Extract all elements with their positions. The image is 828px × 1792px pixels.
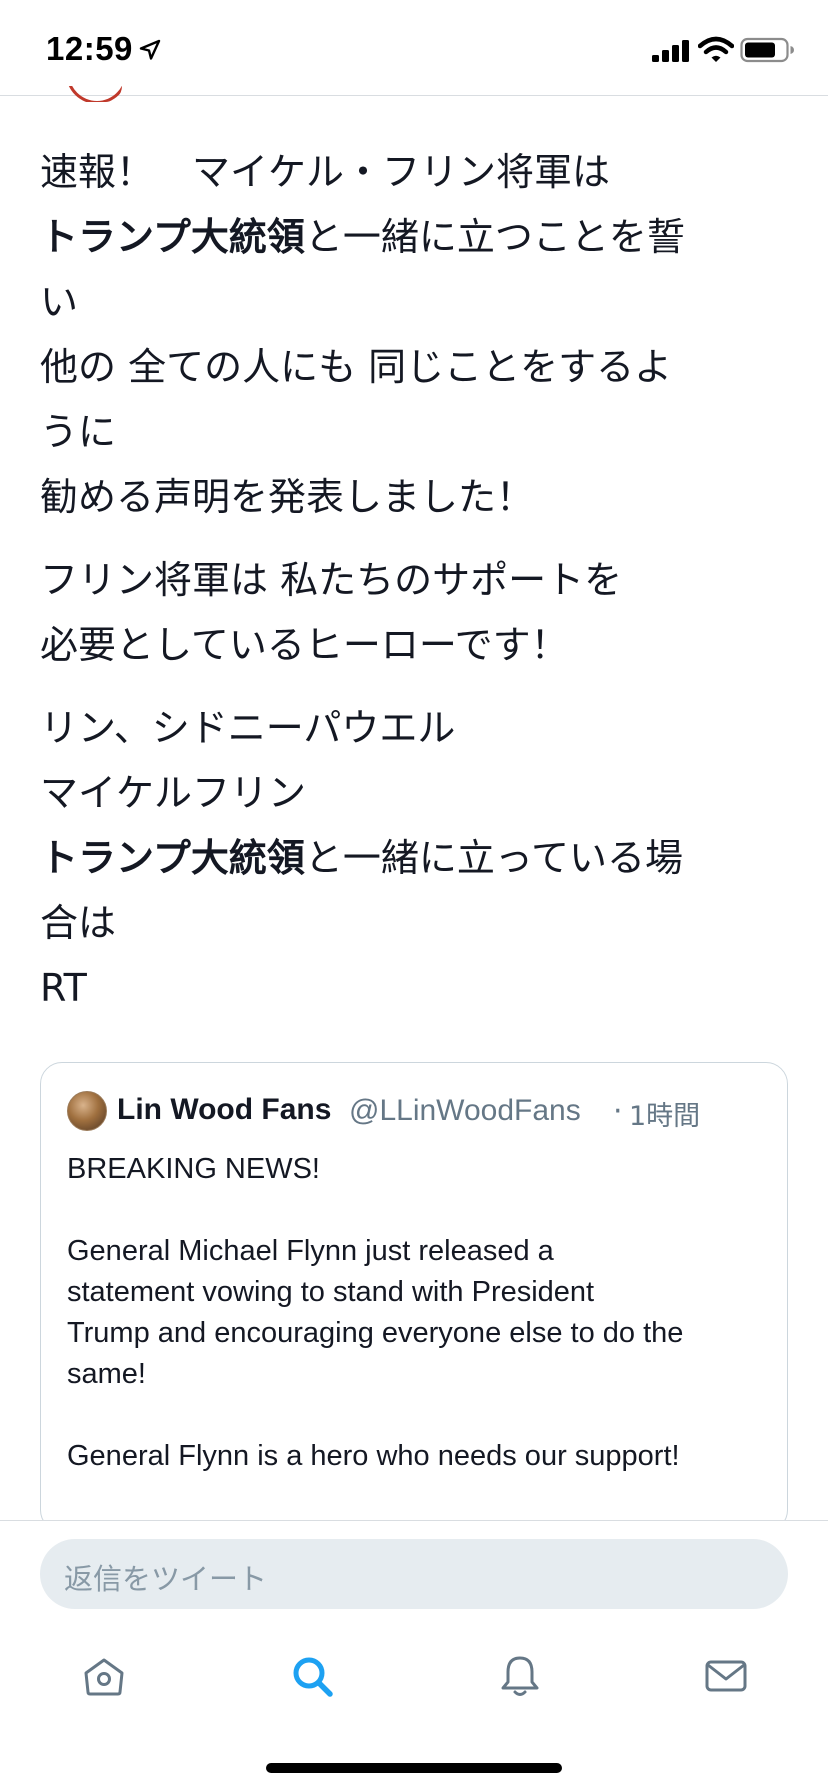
tweet-line: マイケルフリン	[40, 761, 790, 826]
reply-input[interactable]: 返信をツイート	[40, 1539, 788, 1609]
quoted-text-line: statement vowing to stand with President	[67, 1276, 595, 1308]
status-time: 12:59	[46, 30, 133, 67]
tweet-paragraph: 速報！ マイケル・フリン将軍は トランプ大統領と一緒に立つことを誓い他の 全ての人…	[40, 140, 790, 530]
tweet-author-avatar[interactable]	[66, 86, 122, 102]
cellular-signal-icon	[652, 40, 689, 62]
quoted-text-line: General Michael Flynn just released a	[67, 1235, 554, 1267]
quoted-text-line: BREAKING NEWS!	[67, 1153, 320, 1185]
home-icon	[84, 1658, 124, 1696]
tweet-line: 勧める声明を発表しました！	[40, 465, 790, 530]
home-indicator[interactable]	[266, 1763, 562, 1773]
quoted-text-line: General Flynn is a hero who needs our su…	[67, 1440, 680, 1472]
text-run: と一緒に立つことを誓	[304, 215, 685, 259]
tweet-paragraph: フリン将軍は 私たちのサポートを 必要としているヒーローです！	[40, 548, 790, 678]
location-arrow-icon	[139, 39, 161, 60]
quoted-tweet-card[interactable]: Lin Wood Fans @LLinWoodFans · 1時間 BREAKI…	[40, 1062, 788, 1532]
quoted-tweet-time: 1時間	[629, 1101, 701, 1132]
tweet-line: フリン将軍は 私たちのサポートを	[40, 548, 790, 613]
tab-home[interactable]	[80, 1652, 128, 1700]
battery-icon	[740, 37, 794, 63]
text-run: 他の 全ての人にも 同じことをするよ	[40, 345, 673, 389]
tweet-line: うに	[40, 400, 790, 465]
search-icon	[293, 1657, 333, 1697]
status-bar: 12:59	[0, 0, 828, 96]
tab-messages[interactable]	[702, 1652, 750, 1700]
text-run: 必要としているヒーローです！	[40, 623, 569, 667]
tweet-line: 速報！ マイケル・フリン将軍は	[40, 140, 790, 205]
bold-text-run: トランプ大統領	[40, 836, 305, 880]
quoted-author-handle[interactable]: @LLinWoodFans	[349, 1094, 581, 1128]
tweet-line: 他の 全ての人にも 同じことをするよ	[40, 335, 790, 400]
tweet-line: い	[40, 270, 790, 335]
quoted-author-name[interactable]: Lin Wood Fans	[117, 1093, 331, 1127]
tweet-line: トランプ大統領と一緒に立っている場	[40, 826, 790, 891]
text-run: うに	[40, 410, 117, 454]
tweet-line: リン、シドニーパウエル	[40, 696, 790, 761]
text-run: RT	[40, 966, 87, 1010]
text-run: い	[40, 280, 79, 324]
tweet-paragraph: リン、シドニーパウエル マイケルフリン トランプ大統領と一緒に立っている場 合は RT	[40, 696, 790, 1021]
tweet-line: 合は	[40, 891, 790, 956]
quoted-separator: ·	[613, 1094, 623, 1129]
quoted-line-gap	[67, 1190, 767, 1231]
text-run: フリン将軍は 私たちのサポートを	[40, 558, 623, 602]
tab-notifications[interactable]	[496, 1652, 544, 1700]
tab-search[interactable]	[288, 1652, 336, 1700]
messages-envelope-icon	[705, 1660, 747, 1692]
bold-text-run: トランプ大統領	[40, 215, 305, 259]
tweet-text: 速報！ マイケル・フリン将軍は トランプ大統領と一緒に立つことを誓い他の 全ての人…	[40, 140, 790, 1039]
notifications-bell-icon	[501, 1656, 539, 1696]
tweet-line: トランプ大統領と一緒に立つことを誓	[40, 205, 790, 270]
quoted-text-line: Trump and encouraging everyone else to d…	[67, 1317, 684, 1349]
text-run: 勧める声明を発表しました！	[40, 475, 535, 519]
reply-placeholder: 返信をツイート	[64, 1562, 268, 1596]
tweet-line: 必要としているヒーローです！	[40, 613, 790, 678]
tweet-line: RT	[40, 956, 790, 1021]
quoted-line-gap	[67, 1395, 767, 1436]
quoted-tweet-text: BREAKING NEWS! General Michael Flynn just…	[67, 1149, 767, 1477]
text-run: マイケルフリン	[40, 771, 307, 815]
wifi-icon	[698, 36, 734, 62]
quoted-author-avatar[interactable]	[67, 1091, 107, 1131]
text-run: 速報！ マイケル・フリン将軍は	[40, 150, 611, 194]
tweet-detail-screen: 12:59 速報！ マイケル・フリン将軍は トランプ大統領と一緒に立つことを誓い他…	[0, 0, 828, 1792]
text-run: と一緒に立っている場	[304, 836, 683, 880]
text-run: リン、シドニーパウエル	[40, 706, 456, 750]
text-run: 合は	[40, 901, 117, 945]
quoted-text-line: same!	[67, 1358, 146, 1390]
